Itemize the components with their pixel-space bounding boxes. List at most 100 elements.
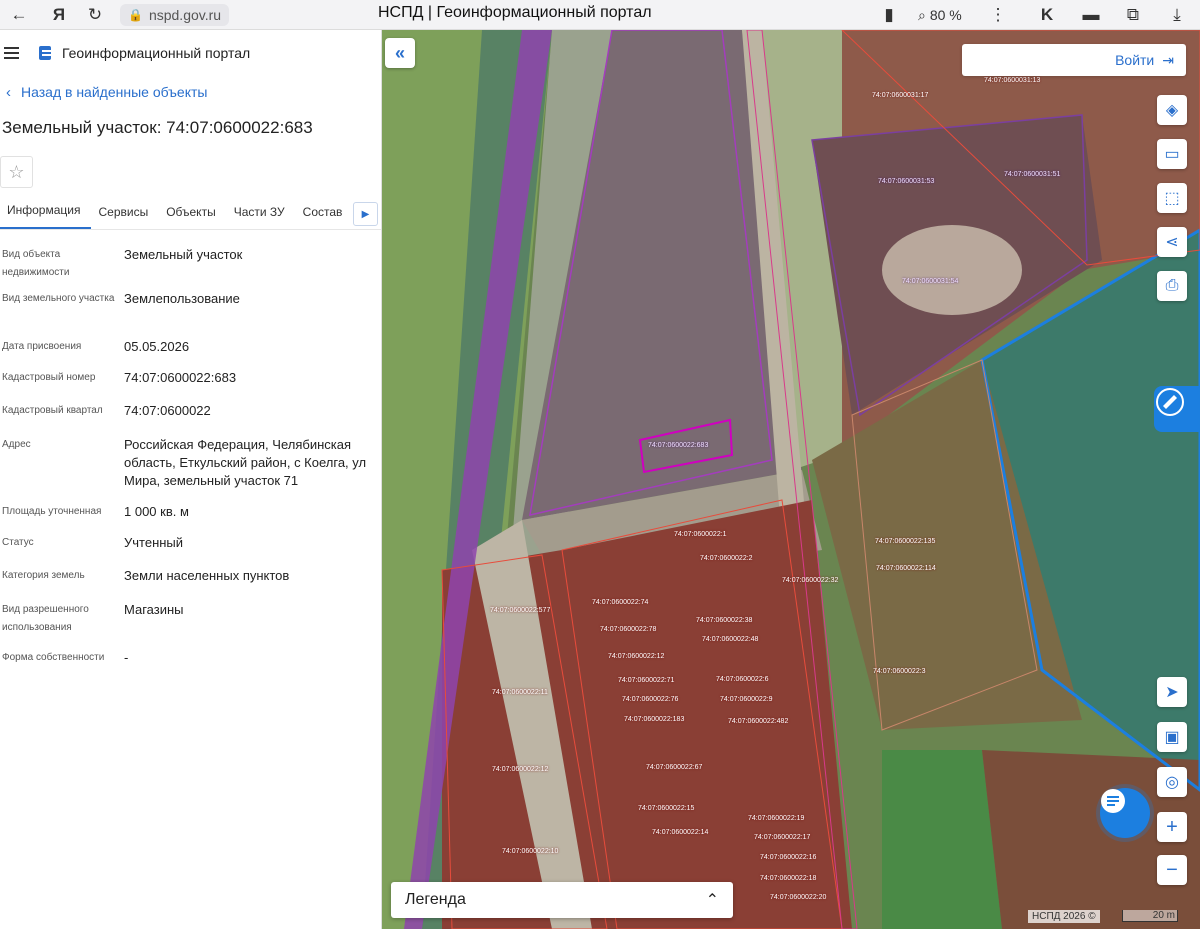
cadastral-label[interactable]: 74:07:0600022:19 — [748, 815, 804, 822]
cadastral-label[interactable]: 74:07:0600022:482 — [728, 718, 788, 725]
cadastral-label[interactable]: 74:07:0600022:17 — [754, 834, 810, 841]
login-button[interactable]: Войти ⇥ — [962, 44, 1186, 76]
property-row: Форма собственности - — [0, 649, 381, 679]
cadastral-label[interactable]: 74:07:0600022:2 — [700, 555, 753, 562]
property-label: Вид разрешенного использования — [2, 604, 89, 633]
cadastral-label[interactable]: 74:07:0600022:9 — [720, 696, 773, 703]
chevron-updown-icon: ⌃ — [705, 892, 719, 909]
page-tab-title: НСПД | Геоинформационный портал — [378, 4, 652, 21]
cadastral-label[interactable]: 74:07:0600022:1 — [674, 531, 727, 538]
tab-services[interactable]: Сервисы — [91, 205, 159, 229]
navigation-arrow-icon: ➤ — [1165, 684, 1179, 701]
cadastral-label[interactable]: 74:07:0600022:10 — [502, 848, 558, 855]
reload-icon[interactable]: ↻ — [82, 2, 108, 28]
minimap-button[interactable]: ▣ — [1157, 722, 1187, 752]
property-row: Площадь уточненная 1 000 кв. м — [0, 503, 381, 534]
property-value: Российская Федерация, Челябинская област… — [124, 437, 367, 488]
print-button[interactable]: ⎙ — [1157, 271, 1187, 301]
tab-info[interactable]: Информация — [0, 203, 92, 229]
zoom-in-button[interactable]: + — [1157, 812, 1187, 842]
cadastral-label[interactable]: 74:07:0600022:577 — [490, 607, 550, 614]
cadastral-label[interactable]: 74:07:0600022:135 — [875, 538, 935, 545]
cadastral-label[interactable]: 74:07:0600022:683 — [648, 442, 708, 449]
property-label: Дата присвоения — [2, 341, 82, 352]
cadastral-label[interactable]: 74:07:0600022:11 — [492, 689, 548, 696]
property-row: Дата присвоения 05.05.2026 — [0, 338, 381, 369]
cadastral-label[interactable]: 74:07:0600031:13 — [984, 77, 1040, 84]
cadastral-label[interactable]: 74:07:0600022:71 — [618, 677, 674, 684]
cadastral-label[interactable]: 74:07:0600022:38 — [696, 617, 752, 624]
property-value: Земли населенных пунктов — [124, 568, 290, 583]
cadastral-label[interactable]: 74:07:0600022:48 — [702, 636, 758, 643]
cadastral-label[interactable]: 74:07:0600022:16 — [760, 854, 816, 861]
property-label: Кадастровый квартал — [2, 405, 103, 416]
zoom-level: 80 % — [929, 7, 962, 23]
cadastral-label[interactable]: 74:07:0600031:17 — [872, 92, 928, 99]
cadastral-label[interactable]: 74:07:0600031:53 — [878, 178, 934, 185]
measure-button[interactable]: ▭ — [1157, 139, 1187, 169]
extension-icon[interactable]: K — [1034, 2, 1060, 28]
cadastral-label[interactable]: 74:07:0600022:114 — [876, 565, 936, 572]
double-chevron-left-icon: « — [394, 42, 405, 63]
address-bar[interactable]: 🔒 nspd.gov.ru — [120, 3, 230, 26]
property-list: Вид объекта недвижимости Земельный участ… — [0, 242, 381, 679]
back-arrow-icon[interactable]: ← — [6, 2, 32, 28]
cadastral-label[interactable]: 74:07:0600022:20 — [770, 894, 826, 901]
property-row: Категория земель Земли населенных пункто… — [0, 567, 381, 601]
collections-icon[interactable]: ⧉ — [1120, 2, 1146, 28]
chat-button[interactable] — [1100, 788, 1150, 838]
chevron-right-icon: ▶ — [361, 208, 370, 220]
tab-composition[interactable]: Состав — [296, 205, 354, 229]
property-value: 05.05.2026 — [124, 339, 190, 354]
zoom-out-button[interactable]: − — [1157, 855, 1187, 885]
cadastral-label[interactable]: 74:07:0600022:18 — [760, 875, 816, 882]
tabs-scroll-right-button[interactable]: ▶ — [353, 202, 378, 226]
geolocation-button[interactable]: ◎ — [1157, 767, 1187, 797]
browser-menu-icon[interactable]: ⋮ — [985, 2, 1011, 28]
cadastral-label[interactable]: 74:07:0600022:32 — [782, 577, 838, 584]
share-button[interactable]: ⋖ — [1157, 227, 1187, 257]
cadastral-label[interactable]: 74:07:0600022:76 — [622, 696, 678, 703]
tab-parcel-parts[interactable]: Части ЗУ — [227, 205, 296, 229]
cadastral-label[interactable]: 74:07:0600022:3 — [873, 668, 926, 675]
back-to-results-link[interactable]: ‹ Назад в найденные объекты — [0, 76, 381, 108]
favorite-button[interactable]: ☆ — [0, 156, 33, 188]
menu-icon[interactable] — [4, 42, 26, 64]
select-area-button[interactable]: ⬚ — [1157, 183, 1187, 213]
cadastral-label[interactable]: 74:07:0600022:12 — [492, 766, 548, 773]
zoom-search-icon: ⌕ — [918, 6, 926, 23]
layers-button[interactable]: ◈ — [1157, 95, 1187, 125]
plus-icon: + — [1166, 815, 1178, 838]
cadastral-label[interactable]: 74:07:0600022:6 — [716, 676, 769, 683]
cadastral-label[interactable]: 74:07:0600022:15 — [638, 805, 694, 812]
download-icon[interactable]: ⤓ — [1164, 2, 1190, 28]
tab-objects[interactable]: Объекты — [159, 205, 227, 229]
legend-dropdown[interactable]: Легенда ⌃ — [391, 882, 733, 918]
map-canvas[interactable]: 74:07:0600022:683 74:07:0600031:53 74:07… — [382, 30, 1200, 929]
yandex-logo-icon[interactable]: Я — [46, 2, 72, 28]
cadastral-label[interactable]: 74:07:0600022:183 — [624, 716, 684, 723]
property-row: Вид земельного участка Землепользование — [0, 290, 381, 338]
protect-icon[interactable]: ▬ — [1078, 2, 1104, 28]
cadastral-label[interactable]: 74:07:0600022:78 — [600, 626, 656, 633]
feedback-button[interactable] — [1154, 386, 1200, 432]
zoom-indicator[interactable]: ⌕ 80 % — [918, 3, 962, 27]
cadastral-label[interactable]: 74:07:0600022:74 — [592, 599, 648, 606]
cadastral-label[interactable]: 74:07:0600031:54 — [902, 278, 958, 285]
property-value: Учтенный — [124, 535, 184, 550]
layers-icon: ◈ — [1165, 102, 1179, 119]
property-row: Вид объекта недвижимости Земельный участ… — [0, 242, 381, 290]
cadastral-label[interactable]: 74:07:0600022:12 — [608, 653, 664, 660]
chevron-left-icon: ‹ — [6, 83, 11, 101]
scale-bar: 20 m — [1122, 910, 1178, 922]
legend-label: Легенда — [405, 891, 466, 908]
cadastral-label[interactable]: 74:07:0600022:14 — [652, 829, 708, 836]
property-label: Кадастровый номер — [2, 372, 96, 383]
cadastral-label[interactable]: 74:07:0600022:67 — [646, 764, 702, 771]
property-row: Адрес Российская Федерация, Челябинская … — [0, 436, 381, 503]
collapse-panel-button[interactable]: « — [385, 38, 415, 68]
cadastral-label[interactable]: 74:07:0600031:51 — [1004, 171, 1060, 178]
bookmark-icon[interactable]: ▮ — [876, 2, 902, 28]
property-row: Вид разрешенного использования Магазины — [0, 601, 381, 649]
locate-button[interactable]: ➤ — [1157, 677, 1187, 707]
